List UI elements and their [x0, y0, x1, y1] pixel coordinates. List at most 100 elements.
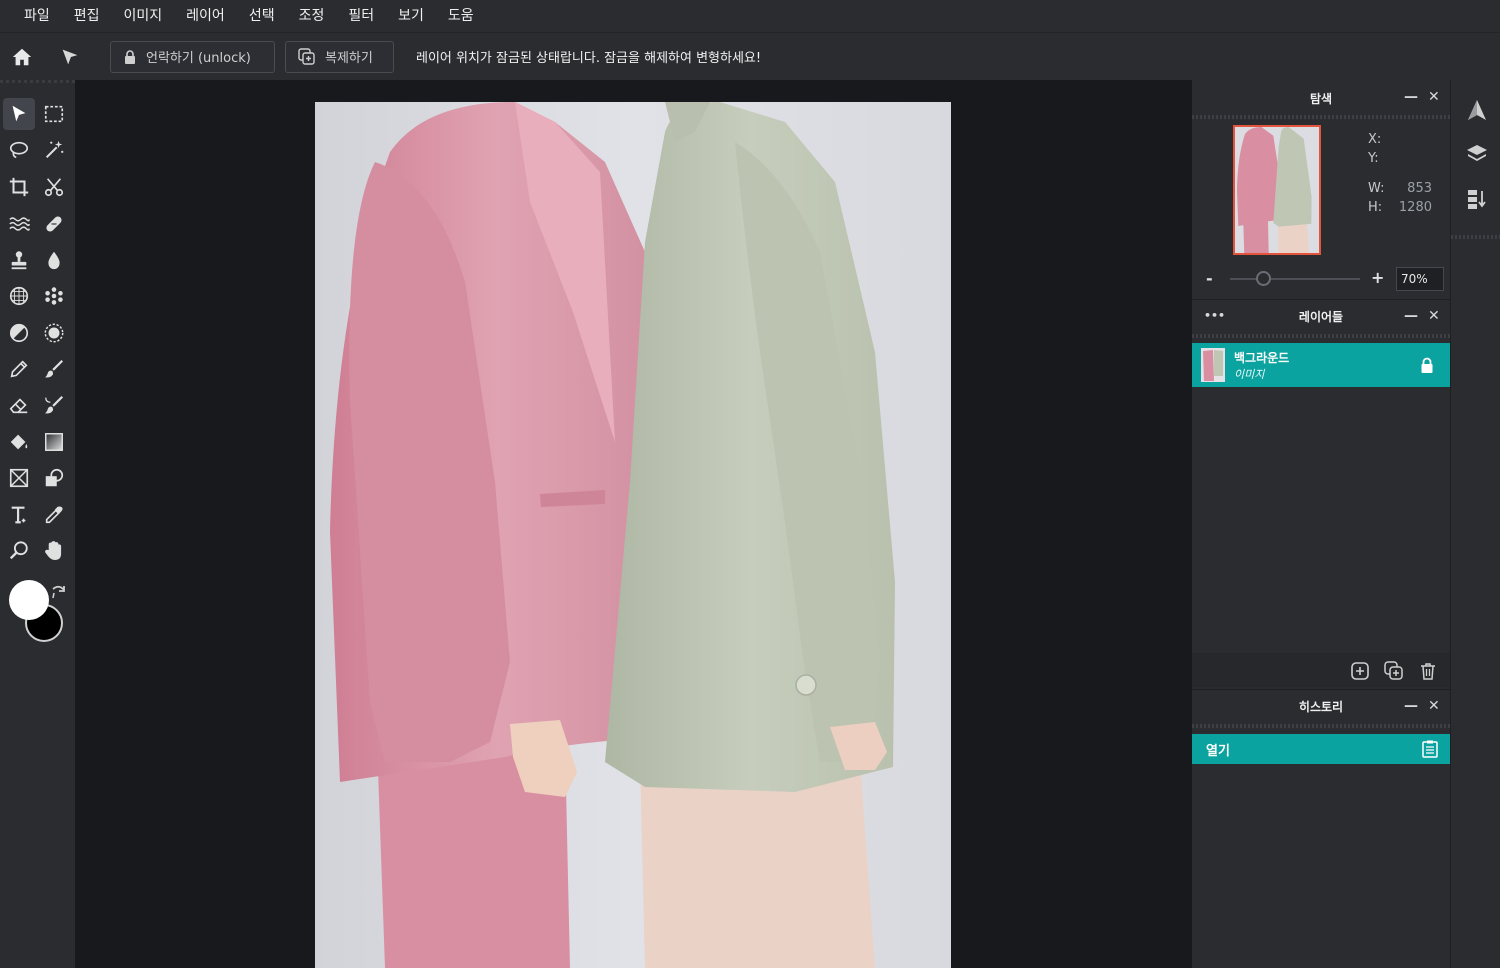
layer-lock-icon[interactable] [1420, 357, 1434, 374]
navigator-title: 탐색 [1309, 91, 1333, 106]
menu-file[interactable]: 파일 [12, 0, 62, 32]
move-tool-option[interactable] [50, 33, 90, 81]
shapes-icon [45, 468, 64, 487]
sponge-tool[interactable] [3, 280, 35, 312]
marquee-icon [44, 105, 64, 123]
blur-tool[interactable] [38, 244, 70, 276]
lasso-icon [9, 141, 29, 159]
eyedropper-tool[interactable] [38, 499, 70, 531]
history-toggle-icon[interactable] [1465, 187, 1489, 211]
history-header: 히스토리 — ✕ [1192, 689, 1450, 723]
unlock-button[interactable]: 언락하기 (unlock) [110, 40, 275, 73]
tool-panel [0, 80, 75, 968]
layer-preview-image [1201, 348, 1225, 382]
gradient-icon [45, 433, 63, 451]
pencil-icon [10, 360, 28, 378]
history-item-open[interactable]: 열기 [1192, 734, 1450, 764]
frame-tool[interactable] [3, 462, 35, 494]
heal-tool[interactable] [38, 208, 70, 240]
dodge-burn-tool[interactable] [3, 317, 35, 349]
cut-tool[interactable] [38, 171, 70, 203]
photo-two-jackets [315, 102, 951, 968]
panel-toggle-strip [1450, 80, 1500, 968]
navigator-toggle-icon[interactable] [1465, 98, 1489, 122]
menu-view[interactable]: 보기 [386, 0, 436, 32]
move-tool[interactable] [3, 98, 35, 130]
menu-layer[interactable]: 레이어 [174, 0, 237, 32]
zoom-in-button[interactable]: + [1371, 268, 1384, 287]
liquify-tool[interactable] [3, 208, 35, 240]
text-tool[interactable] [3, 499, 35, 531]
hand-tool[interactable] [38, 535, 70, 567]
menu-bar: 파일 편집 이미지 레이어 선택 조정 필터 보기 도움 [0, 0, 1500, 32]
navigator-thumbnail[interactable] [1233, 125, 1321, 255]
scissors-icon [44, 178, 64, 197]
nav-y-label: Y: [1368, 151, 1379, 166]
menu-adjust[interactable]: 조정 [287, 0, 337, 32]
clone-stamp-tool[interactable] [3, 244, 35, 276]
bandage-icon [46, 216, 62, 232]
delete-layer-icon[interactable] [1418, 661, 1438, 681]
eraser-icon [9, 398, 28, 414]
eraser-tool[interactable] [3, 389, 35, 421]
home-button[interactable] [2, 33, 42, 81]
layers-menu-button[interactable]: ••• [1204, 309, 1225, 322]
paint-bucket-icon [10, 434, 28, 450]
menu-help[interactable]: 도움 [436, 0, 486, 32]
nav-h-value: 1280 [1398, 200, 1432, 215]
lasso-tool[interactable] [3, 134, 35, 166]
layers-divider [1192, 334, 1450, 338]
crop-tool[interactable] [3, 171, 35, 203]
gradient-tool[interactable] [38, 426, 70, 458]
layers-close-button[interactable]: ✕ [1428, 308, 1440, 324]
zoom-tool[interactable] [3, 535, 35, 567]
zoom-slider-track[interactable] [1230, 278, 1360, 280]
navigator-header: 탐색 — ✕ [1192, 81, 1450, 115]
paint-bucket-tool[interactable] [3, 426, 35, 458]
menu-edit[interactable]: 편집 [62, 0, 112, 32]
right-panels: 탐색 — ✕ X: Y: W: 853 H: 1280 - + ••• 레이어들… [1192, 80, 1450, 968]
shape-tool[interactable] [38, 462, 70, 494]
history-minimize-button[interactable]: — [1404, 698, 1418, 714]
zoom-out-button[interactable]: - [1206, 269, 1213, 288]
history-close-button[interactable]: ✕ [1428, 698, 1440, 714]
hand-icon [45, 541, 62, 560]
layers-title: 레이어들 [1298, 310, 1344, 324]
frame-cross-icon [9, 468, 29, 488]
layers-minimize-button[interactable]: — [1404, 308, 1418, 324]
sponge-icon [9, 286, 29, 306]
duplicate-button[interactable]: 복제하기 [285, 40, 394, 73]
magic-wand-icon [45, 140, 64, 159]
nav-x-label: X: [1368, 132, 1382, 147]
layers-toggle-icon[interactable] [1465, 142, 1489, 166]
brush-icon [44, 359, 64, 378]
pencil-tool[interactable] [3, 353, 35, 385]
foreground-color-swatch[interactable] [9, 580, 49, 620]
magic-wand-tool[interactable] [38, 134, 70, 166]
sharpen-tool[interactable] [38, 317, 70, 349]
marquee-tool[interactable] [38, 98, 70, 130]
navigator-close-button[interactable]: ✕ [1428, 89, 1440, 105]
document-image[interactable] [315, 102, 951, 968]
zoom-slider-handle[interactable] [1256, 271, 1271, 286]
pattern-tool[interactable] [38, 280, 70, 312]
canvas-workspace[interactable] [75, 80, 1192, 968]
swap-colors-button[interactable] [50, 583, 68, 601]
swap-arrows-icon [52, 585, 65, 599]
crop-icon [9, 177, 29, 197]
brush-tool[interactable] [38, 353, 70, 385]
layer-actions-bar [1192, 653, 1450, 687]
lock-icon [125, 49, 135, 64]
add-layer-icon[interactable] [1350, 661, 1370, 681]
navigator-preview-image [1235, 127, 1319, 253]
color-replace-tool[interactable] [38, 389, 70, 421]
zoom-controls: - + [1192, 263, 1450, 295]
menu-image[interactable]: 이미지 [112, 0, 175, 32]
menu-filter[interactable]: 필터 [336, 0, 386, 32]
menu-select[interactable]: 선택 [237, 0, 287, 32]
zoom-value-input[interactable] [1396, 267, 1444, 291]
sun-gear-icon [44, 323, 64, 343]
navigator-minimize-button[interactable]: — [1404, 89, 1418, 105]
duplicate-layer-icon[interactable] [1384, 661, 1404, 681]
layer-item-background[interactable]: 백그라운드 이미지 [1192, 343, 1450, 387]
